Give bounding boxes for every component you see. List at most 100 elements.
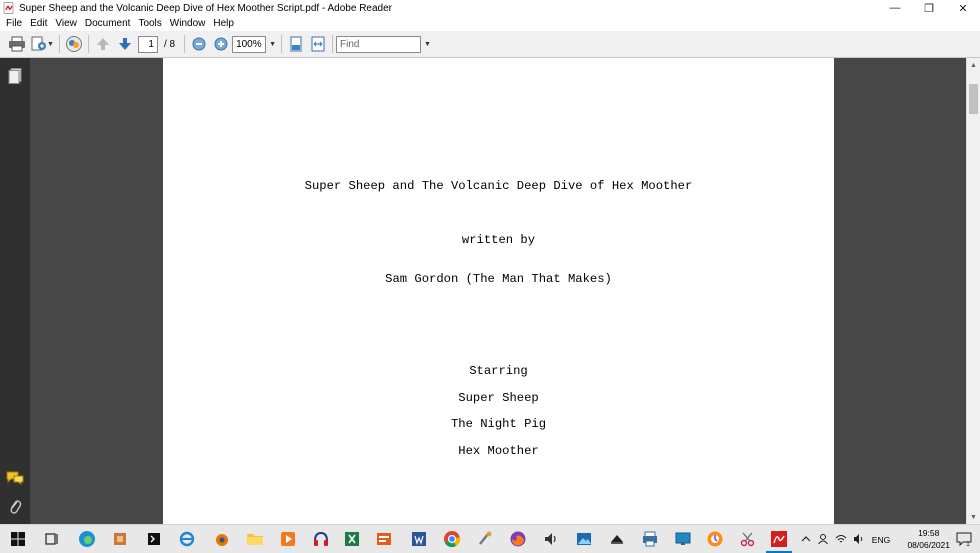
camera-icon: [611, 535, 623, 544]
paint-brush-icon: [479, 531, 492, 545]
taskbar-printer-app[interactable]: [640, 529, 660, 549]
taskbar-browser[interactable]: [705, 529, 725, 549]
menu-window[interactable]: Window: [166, 18, 210, 29]
network-icon[interactable]: [832, 533, 850, 547]
taskbar-inkscape[interactable]: [475, 529, 495, 549]
taskbar-firefox[interactable]: [508, 529, 528, 549]
script-title: Super Sheep and The Volcanic Deep Dive o…: [304, 179, 693, 193]
photo-icon: [577, 533, 591, 545]
menu-file[interactable]: File: [2, 18, 26, 29]
scroll-up-icon[interactable]: ▲: [967, 58, 980, 72]
taskbar-audio[interactable]: [311, 529, 331, 549]
taskbar-terminal[interactable]: [144, 529, 164, 549]
taskbar-excel[interactable]: [342, 529, 362, 549]
zoom-out-icon: [192, 37, 206, 51]
fit-page-icon: [290, 36, 302, 52]
taskbar-adobe-reader[interactable]: [769, 529, 789, 549]
taskbar-remote-desktop[interactable]: [673, 529, 693, 549]
cast-member: Hex Moother: [458, 444, 539, 458]
collaborate-button[interactable]: [63, 33, 85, 55]
arrow-down-icon: [118, 38, 131, 50]
input-language[interactable]: ENG: [868, 535, 894, 545]
menu-tools[interactable]: Tools: [134, 18, 165, 29]
pages-panel-button[interactable]: [5, 66, 25, 86]
menu-bar: File Edit View Document Tools Window Hel…: [0, 16, 980, 31]
taskbar-photos[interactable]: [574, 529, 594, 549]
taskbar-ie[interactable]: [177, 529, 197, 549]
monitor-icon: [675, 532, 691, 545]
volume-icon[interactable]: [850, 533, 868, 547]
collaborate-icon: [65, 36, 82, 52]
scroll-down-icon[interactable]: ▼: [967, 510, 980, 524]
terminal-icon: [148, 533, 160, 545]
box-app-icon: [114, 533, 126, 545]
zoom-out-button[interactable]: [188, 33, 210, 55]
vertical-scrollbar[interactable]: ▲ ▼: [966, 58, 980, 524]
pdf-file-icon: [3, 2, 15, 14]
taskbar-media-player[interactable]: [278, 529, 298, 549]
taskbar-chrome[interactable]: [442, 529, 462, 549]
folder-icon: [247, 534, 263, 545]
scissors-icon: [740, 532, 755, 547]
next-page-button[interactable]: [114, 33, 136, 55]
menu-document[interactable]: Document: [81, 18, 135, 29]
page-total: / 8: [163, 38, 176, 50]
previous-page-button[interactable]: [92, 33, 114, 55]
cast-member: The Night Pig: [450, 417, 547, 431]
chevron-up-icon[interactable]: [798, 535, 814, 545]
task-view-icon: [45, 533, 58, 545]
menu-help[interactable]: Help: [209, 18, 238, 29]
zoom-in-button[interactable]: [210, 33, 232, 55]
internet-explorer-icon: [179, 531, 195, 547]
attachments-panel-button[interactable]: [5, 497, 25, 517]
print-button[interactable]: [6, 33, 28, 55]
taskbar-word[interactable]: [409, 529, 429, 549]
taskbar-document-app[interactable]: [374, 529, 394, 549]
minimize-button[interactable]: —: [878, 0, 912, 16]
fit-width-button[interactable]: [307, 33, 329, 55]
word-icon: [412, 532, 426, 546]
zoom-level-input[interactable]: 100%: [232, 35, 267, 53]
people-icon[interactable]: [814, 533, 832, 547]
author-name: Sam Gordon (The Man That Makes): [385, 272, 612, 286]
taskbar-blender[interactable]: [211, 529, 231, 549]
taskbar-file-explorer[interactable]: [245, 529, 265, 549]
speaker-icon: [545, 533, 556, 545]
chrome-icon: [444, 531, 461, 548]
taskbar-edge[interactable]: [77, 529, 97, 549]
notification-center-button[interactable]: 1: [956, 531, 972, 548]
toolbar-divider: [87, 35, 89, 53]
taskbar-volume-app[interactable]: [541, 529, 561, 549]
play-icon: [281, 532, 295, 546]
browser-icon: [707, 531, 723, 547]
comments-panel-button[interactable]: [5, 468, 25, 488]
find-dropdown-icon[interactable]: ▼: [424, 41, 431, 48]
close-button[interactable]: ✕: [946, 0, 980, 16]
taskbar-snipping-tool[interactable]: [738, 529, 758, 549]
fit-page-button[interactable]: [285, 33, 307, 55]
restore-button[interactable]: ❐: [912, 0, 946, 16]
start-button[interactable]: [8, 529, 28, 549]
pdf-page: Super Sheep and The Volcanic Deep Dive o…: [163, 58, 834, 524]
menu-view[interactable]: View: [51, 18, 81, 29]
document-viewer[interactable]: Super Sheep and The Volcanic Deep Dive o…: [30, 58, 966, 524]
menu-edit[interactable]: Edit: [26, 18, 51, 29]
scrollbar-thumb[interactable]: [969, 84, 978, 114]
page-number-input[interactable]: 1: [137, 35, 158, 53]
task-view-button[interactable]: [42, 529, 62, 549]
taskbar-camera-app[interactable]: [607, 529, 627, 549]
find-input[interactable]: Find: [336, 35, 421, 53]
pages-icon: [8, 68, 22, 84]
share-dropdown-icon[interactable]: ▼: [47, 41, 54, 48]
windows-logo-icon: [11, 532, 25, 546]
zoom-in-icon: [214, 37, 228, 51]
clock[interactable]: 19:58 08/06/2021: [907, 527, 950, 551]
zoom-dropdown-icon[interactable]: ▼: [269, 41, 276, 48]
blender-icon: [216, 534, 228, 546]
headphones-icon: [314, 531, 328, 546]
taskbar-file-tool[interactable]: [110, 529, 130, 549]
toolbar-divider: [332, 35, 333, 53]
notification-icon: 1: [956, 532, 972, 548]
adobe-reader-icon: [771, 531, 787, 547]
printer-icon: [643, 531, 657, 547]
